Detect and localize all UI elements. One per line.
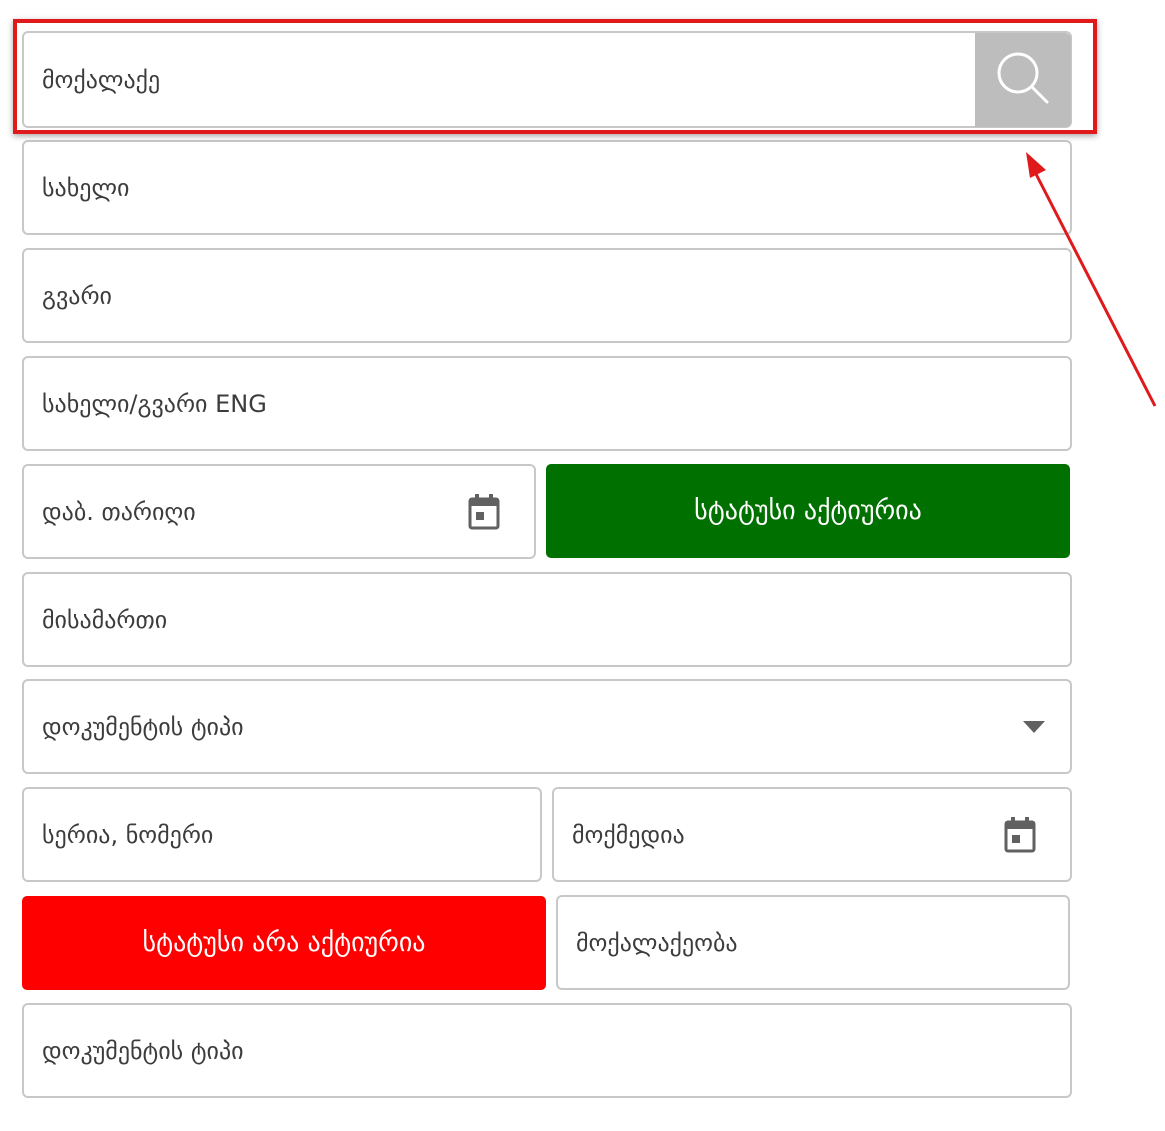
name-eng-label: სახელი/გვარი ENG [42,389,267,418]
last-name-label: გვარი [42,281,112,310]
status-inactive-label: სტატუსი არა აქტიურია [142,928,426,958]
name-eng-field[interactable]: სახელი/გვარი ENG [22,356,1072,451]
highlight-box [13,19,1097,134]
citizenship-field[interactable]: მოქალაქეობა [556,895,1070,990]
document-type-select[interactable]: დოკუმენტის ტიპი [22,679,1072,774]
address-label: მისამართი [42,605,168,634]
status-active-label: სტატუსი აქტიურია [694,496,922,526]
document-type-field[interactable]: დოკუმენტის ტიპი [22,1003,1072,1098]
document-type-select-label: დოკუმენტის ტიპი [42,712,244,741]
caret-down-icon [1023,720,1045,733]
last-name-field[interactable]: გვარი [22,248,1072,343]
birth-date-field[interactable]: დაბ. თარიღი [22,464,536,559]
first-name-field[interactable]: სახელი [22,140,1072,235]
birth-date-label: დაბ. თარიღი [42,497,196,526]
document-type-label: დოკუმენტის ტიპი [42,1036,244,1065]
serial-number-label: სერია, ნომერი [42,820,214,849]
first-name-label: სახელი [42,173,130,202]
calendar-icon[interactable] [468,493,500,530]
address-field[interactable]: მისამართი [22,572,1072,667]
valid-until-label: მოქმედია [572,820,685,849]
status-inactive-badge: სტატუსი არა აქტიურია [22,896,546,990]
calendar-icon[interactable] [1004,816,1036,853]
serial-number-field[interactable]: სერია, ნომერი [22,787,542,882]
citizenship-label: მოქალაქეობა [576,928,738,957]
status-active-badge: სტატუსი აქტიურია [546,464,1070,558]
valid-until-field[interactable]: მოქმედია [552,787,1072,882]
